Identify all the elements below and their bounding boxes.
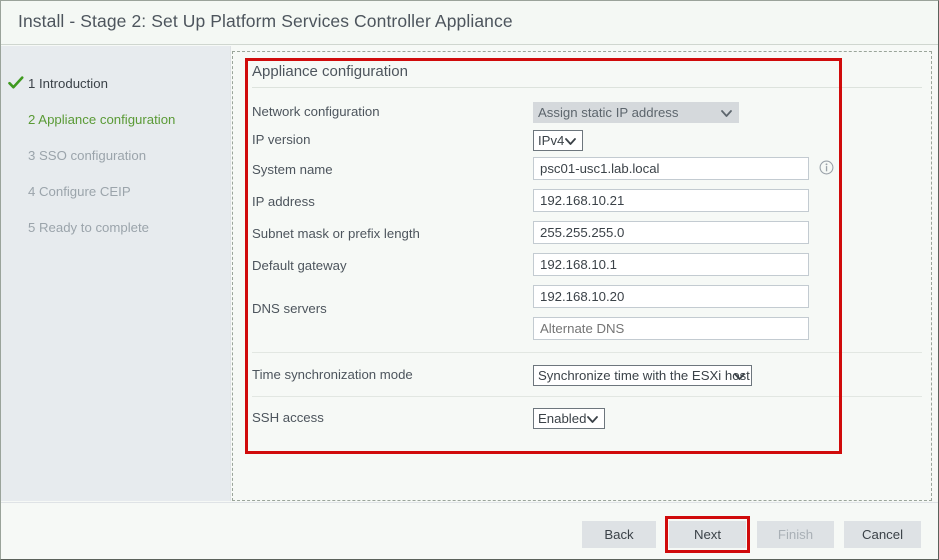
info-icon[interactable] bbox=[819, 160, 834, 175]
network-configuration-select[interactable]: Assign static IP address bbox=[533, 102, 739, 123]
label-dns-servers: DNS servers bbox=[252, 301, 327, 316]
sidebar-item-configure-ceip[interactable]: 4 Configure CEIP bbox=[1, 182, 231, 204]
default-gateway-input[interactable] bbox=[533, 253, 809, 276]
next-button[interactable]: Next bbox=[669, 521, 746, 548]
label-ip-version: IP version bbox=[252, 132, 311, 147]
form-divider-2 bbox=[252, 396, 922, 397]
chevron-down-icon bbox=[587, 412, 598, 425]
sidebar-item-ready-to-complete[interactable]: 5 Ready to complete bbox=[1, 218, 231, 240]
page-title: Install - Stage 2: Set Up Platform Servi… bbox=[18, 11, 513, 31]
ip-address-input[interactable] bbox=[533, 189, 809, 212]
finish-button: Finish bbox=[757, 521, 834, 548]
section-title: Appliance configuration bbox=[252, 63, 408, 80]
section-divider bbox=[252, 87, 922, 88]
back-button[interactable]: Back bbox=[582, 521, 656, 548]
sidebar-item-introduction[interactable]: 1 Introduction bbox=[1, 74, 231, 96]
system-name-input[interactable] bbox=[533, 157, 809, 180]
chevron-down-icon bbox=[565, 134, 576, 147]
subnet-mask-input[interactable] bbox=[533, 221, 809, 244]
label-time-sync-mode: Time synchronization mode bbox=[252, 367, 413, 382]
install-wizard-window: Install - Stage 2: Set Up Platform Servi… bbox=[0, 0, 939, 560]
label-system-name: System name bbox=[252, 162, 333, 177]
time-sync-mode-value: Synchronize time with the ESXi host bbox=[538, 368, 750, 383]
window-titlebar: Install - Stage 2: Set Up Platform Servi… bbox=[1, 1, 938, 45]
sidebar-item-sso-configuration[interactable]: 3 SSO configuration bbox=[1, 146, 231, 168]
check-icon bbox=[8, 74, 24, 92]
label-ip-address: IP address bbox=[252, 194, 315, 209]
label-ssh-access: SSH access bbox=[252, 410, 324, 425]
network-configuration-value: Assign static IP address bbox=[538, 105, 679, 120]
sidebar-item-label: 2 Appliance configuration bbox=[28, 112, 176, 127]
sidebar-item-label: 4 Configure CEIP bbox=[28, 184, 131, 199]
sidebar-item-label: 1 Introduction bbox=[28, 76, 108, 91]
time-sync-mode-select[interactable]: Synchronize time with the ESXi host bbox=[533, 365, 752, 386]
sidebar-item-label: 5 Ready to complete bbox=[28, 220, 149, 235]
label-default-gateway: Default gateway bbox=[252, 258, 347, 273]
form-divider-1 bbox=[252, 352, 922, 353]
label-subnet-mask: Subnet mask or prefix length bbox=[252, 226, 420, 241]
chevron-down-icon bbox=[734, 369, 745, 382]
appliance-configuration-form: Appliance configuration Network configur… bbox=[249, 61, 925, 491]
dns-primary-input[interactable] bbox=[533, 285, 809, 308]
ssh-access-value: Enabled bbox=[538, 411, 587, 426]
sidebar-item-appliance-configuration[interactable]: 2 Appliance configuration bbox=[1, 110, 231, 132]
ssh-access-select[interactable]: Enabled bbox=[533, 408, 605, 429]
ip-version-value: IPv4 bbox=[538, 133, 565, 148]
ip-version-select[interactable]: IPv4 bbox=[533, 130, 583, 151]
wizard-footer: Back Next Finish Cancel bbox=[1, 502, 938, 559]
wizard-step-sidebar: 1 Introduction 2 Appliance configuration… bbox=[1, 46, 231, 501]
label-network-configuration: Network configuration bbox=[252, 104, 380, 119]
sidebar-item-label: 3 SSO configuration bbox=[28, 148, 147, 163]
dns-alternate-input[interactable] bbox=[533, 317, 809, 340]
chevron-down-icon bbox=[721, 106, 732, 119]
cancel-button[interactable]: Cancel bbox=[844, 521, 921, 548]
